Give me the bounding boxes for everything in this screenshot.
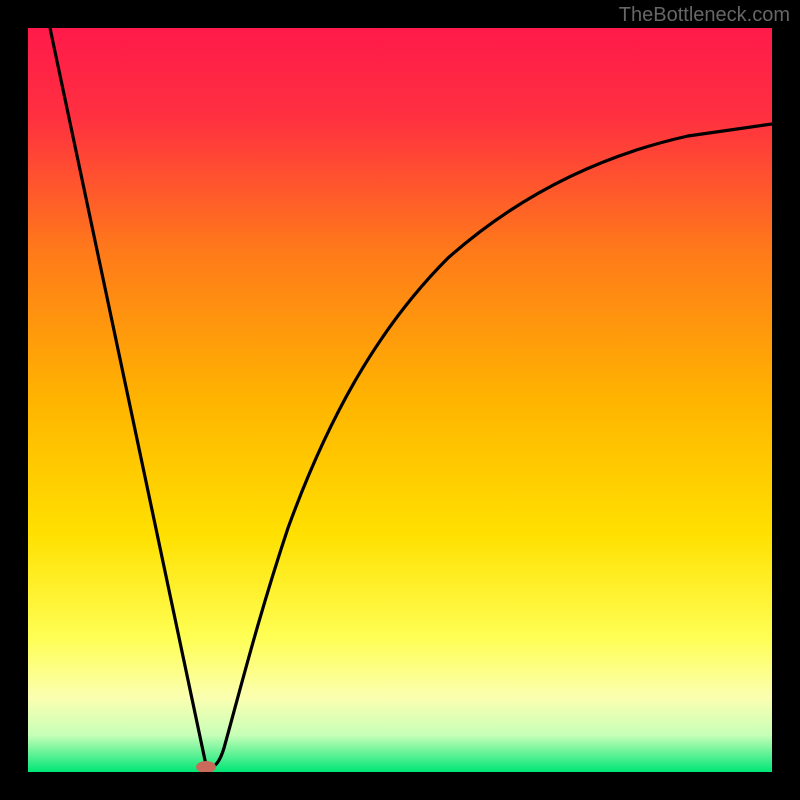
watermark-text: TheBottleneck.com (619, 4, 790, 27)
gradient-background (28, 28, 772, 772)
bottleneck-chart (28, 28, 772, 772)
